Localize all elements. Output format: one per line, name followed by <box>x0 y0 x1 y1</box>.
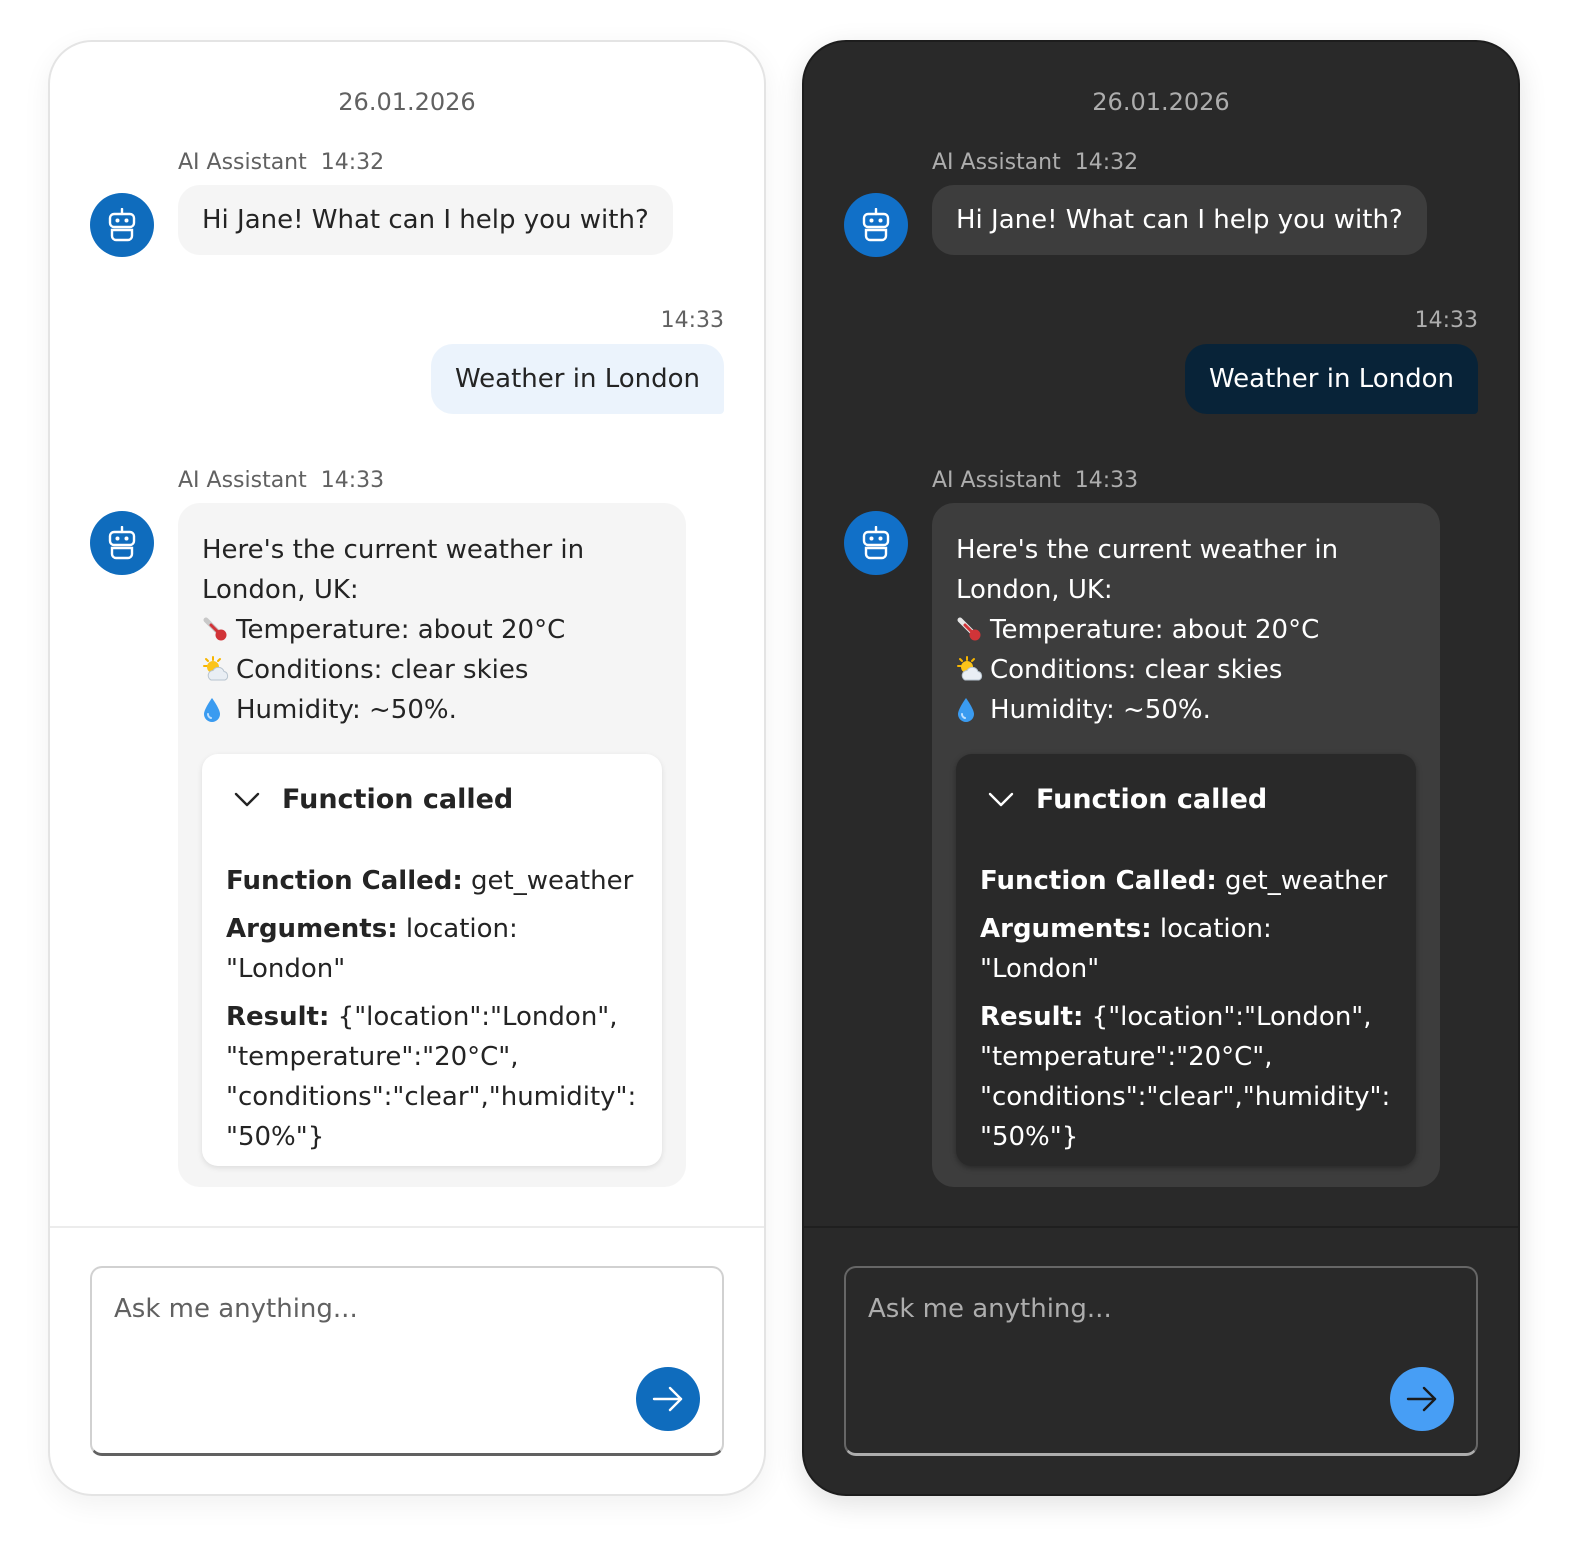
result-line: "temperature":"20°C", <box>226 1042 519 1072</box>
user-message-bubble: Weather in London <box>1184 344 1478 414</box>
date-separator: 26.01.2026 <box>1092 88 1230 116</box>
weather-intro: Here's the current weather in <box>956 535 1339 565</box>
droplet-icon <box>202 696 236 724</box>
field-label: Arguments: <box>980 914 1152 944</box>
message-composer[interactable] <box>90 1266 724 1456</box>
field-label: Result: <box>980 1002 1084 1032</box>
chat-panel-dark: 26.01.2026 AI Assistant 14:32 Hi Jane! Wh… <box>802 40 1520 1496</box>
message-time: 14:33 <box>1414 308 1478 333</box>
result-line: "conditions":"clear","humidity": <box>226 1082 637 1112</box>
droplet-icon <box>956 696 990 724</box>
message-time: 14:33 <box>320 468 385 493</box>
humidity-text: Humidity: ~50%. <box>990 695 1211 725</box>
field-label: Arguments: <box>226 914 398 944</box>
function-card-title: Function called <box>282 784 514 815</box>
function-called-row: Function Called: get_weather <box>980 861 1392 901</box>
humidity-text: Humidity: ~50%. <box>236 695 457 725</box>
message-composer[interactable] <box>844 1266 1478 1456</box>
bot-message-bubble: Here's the current weather in London, UK… <box>178 503 686 1187</box>
bot-message-bubble: Hi Jane! What can I help you with? <box>178 185 673 255</box>
result-row: Result: {"location":"London", "temperatu… <box>226 997 638 1157</box>
function-card-body: Function Called: get_weather Arguments: … <box>980 861 1392 1157</box>
bot-avatar <box>90 511 154 575</box>
composer-divider <box>50 1226 764 1228</box>
conditions-text: Conditions: clear skies <box>236 655 529 685</box>
bot-message-bubble: Here's the current weather in London, UK… <box>932 503 1440 1187</box>
function-call-card: Function called Function Called: get_wea… <box>956 754 1416 1166</box>
weather-conditions: Conditions: clear skies <box>202 650 662 690</box>
date-separator: 26.01.2026 <box>338 88 476 116</box>
field-label: Result: <box>226 1002 330 1032</box>
weather-humidity: Humidity: ~50%. <box>956 690 1416 730</box>
sender-name: AI Assistant <box>178 150 307 175</box>
message-meta: AI Assistant 14:32 <box>932 150 1138 175</box>
result-line: "temperature":"20°C", <box>980 1042 1273 1072</box>
sender-name: AI Assistant <box>932 468 1061 493</box>
function-card-toggle[interactable]: Function called <box>980 778 1392 822</box>
sun-behind-cloud-icon <box>202 656 236 684</box>
thermometer-icon <box>202 616 236 644</box>
sun-behind-cloud-icon <box>956 656 990 684</box>
field-value: {"location":"London", <box>337 1002 618 1032</box>
message-input[interactable] <box>114 1294 674 1324</box>
function-call-card: Function called Function Called: get_wea… <box>202 754 662 1166</box>
thermometer-icon <box>956 616 990 644</box>
field-value: get_weather <box>1225 866 1388 896</box>
arrow-right-icon <box>1406 1386 1437 1412</box>
weather-temperature: Temperature: about 20°C <box>202 610 662 650</box>
message-time: 14:33 <box>660 308 724 333</box>
result-line: "50%"} <box>980 1122 1079 1152</box>
weather-conditions: Conditions: clear skies <box>956 650 1416 690</box>
bot-avatar <box>90 193 154 257</box>
send-button[interactable] <box>636 1367 700 1431</box>
bot-avatar <box>844 193 908 257</box>
field-value: {"location":"London", <box>1091 1002 1372 1032</box>
result-line: "conditions":"clear","humidity": <box>980 1082 1391 1112</box>
arguments-row: Arguments: location: "London" <box>980 909 1392 989</box>
sender-name: AI Assistant <box>178 468 307 493</box>
message-input[interactable] <box>868 1294 1428 1324</box>
bot-avatar <box>844 511 908 575</box>
field-label: Function Called: <box>226 866 463 896</box>
temperature-text: Temperature: about 20°C <box>236 615 566 645</box>
arrow-right-icon <box>652 1386 683 1412</box>
temperature-text: Temperature: about 20°C <box>990 615 1320 645</box>
weather-intro: London, UK: <box>956 575 1113 605</box>
message-meta: AI Assistant 14:32 <box>178 150 384 175</box>
result-row: Result: {"location":"London", "temperatu… <box>980 997 1392 1157</box>
function-card-toggle[interactable]: Function called <box>226 778 638 822</box>
conditions-text: Conditions: clear skies <box>990 655 1283 685</box>
function-card-title: Function called <box>1036 784 1268 815</box>
message-time: 14:32 <box>1074 150 1139 175</box>
weather-humidity: Humidity: ~50%. <box>202 690 662 730</box>
function-called-row: Function Called: get_weather <box>226 861 638 901</box>
result-line: "50%"} <box>226 1122 325 1152</box>
chat-panel-light: 26.01.2026 AI Assistant 14:32 Hi Jane! Wh… <box>48 40 766 1496</box>
bot-icon <box>862 526 890 560</box>
sender-name: AI Assistant <box>932 150 1061 175</box>
user-message-bubble: Weather in London <box>430 344 724 414</box>
message-meta: AI Assistant 14:33 <box>178 468 384 493</box>
message-time: 14:33 <box>1074 468 1139 493</box>
field-label: Function Called: <box>980 866 1217 896</box>
message-time: 14:32 <box>320 150 385 175</box>
message-meta: AI Assistant 14:33 <box>932 468 1138 493</box>
weather-intro: Here's the current weather in <box>202 535 585 565</box>
bot-icon <box>108 526 136 560</box>
send-button[interactable] <box>1390 1367 1454 1431</box>
bot-message-bubble: Hi Jane! What can I help you with? <box>932 185 1427 255</box>
bot-icon <box>862 208 890 242</box>
weather-intro: London, UK: <box>202 575 359 605</box>
function-card-body: Function Called: get_weather Arguments: … <box>226 861 638 1157</box>
arguments-row: Arguments: location: "London" <box>226 909 638 989</box>
field-value: get_weather <box>471 866 634 896</box>
chevron-down-icon[interactable] <box>226 792 282 808</box>
bot-icon <box>108 208 136 242</box>
chevron-down-icon[interactable] <box>980 792 1036 808</box>
composer-divider <box>804 1226 1518 1228</box>
weather-temperature: Temperature: about 20°C <box>956 610 1416 650</box>
